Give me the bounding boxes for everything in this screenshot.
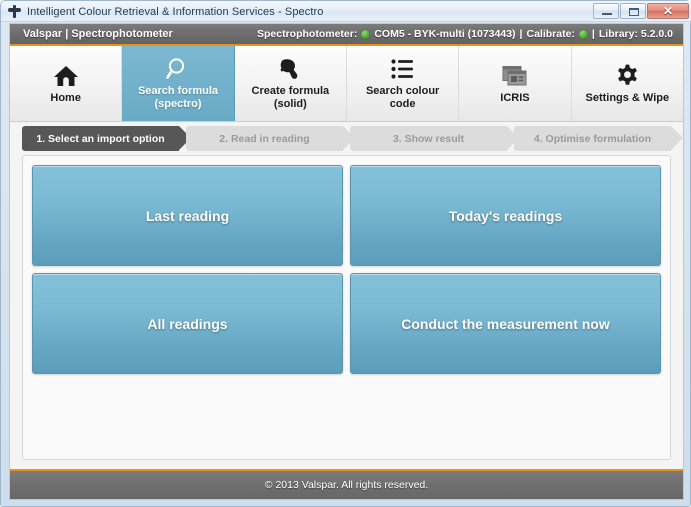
window-controls: ✕ [593, 3, 689, 19]
spectrophotometer-status-led [361, 29, 371, 39]
minimize-button[interactable] [593, 3, 619, 19]
import-option-grid: Last reading Today's readings All readin… [32, 165, 661, 374]
minimize-icon [602, 13, 612, 15]
list-icon [390, 56, 416, 82]
copyright-label: © 2013 Valspar. All rights reserved. [264, 479, 429, 491]
status-separator-1: | [519, 28, 523, 40]
status-separator-2: | [591, 28, 595, 40]
nav-label-icris: ICRIS [500, 91, 530, 104]
tile-conduct-measurement-now[interactable]: Conduct the measurement now [350, 273, 661, 374]
nav-label-home: Home [50, 91, 81, 104]
footer-bar: © 2013 Valspar. All rights reserved. [10, 469, 683, 499]
nav-item-home[interactable]: Home [10, 46, 123, 121]
nav-item-search-colour-code[interactable]: Search colour code [347, 46, 460, 121]
status-bar: Valspar | Spectrophotometer Spectrophoto… [10, 24, 683, 46]
titlebar-left: Intelligent Colour Retrieval & Informati… [8, 1, 324, 22]
gear-icon [614, 63, 640, 89]
nav-item-create-formula-solid[interactable]: Create formula (solid) [235, 46, 347, 121]
content-panel: Last reading Today's readings All readin… [22, 155, 671, 460]
maximize-button[interactable] [620, 3, 646, 19]
window-titlebar: Intelligent Colour Retrieval & Informati… [1, 1, 691, 22]
maximize-icon [629, 8, 639, 16]
app-logo-icon [8, 5, 21, 18]
nav-item-settings-wipe[interactable]: Settings & Wipe [572, 46, 683, 121]
paint-icon [277, 56, 303, 82]
nav-label-settings-wipe: Settings & Wipe [585, 91, 670, 104]
tile-last-reading[interactable]: Last reading [32, 165, 343, 266]
main-navigation: Home Search formula (spectro) Create for… [10, 46, 683, 122]
step-2-read-in-reading[interactable]: 2. Read in reading [186, 126, 355, 151]
close-icon: ✕ [662, 4, 674, 18]
spectrophotometer-label: Spectrophotometer: [256, 28, 358, 40]
window-title: Intelligent Colour Retrieval & Informati… [27, 5, 324, 18]
nav-label-search-formula-spectro: Search formula (spectro) [137, 85, 219, 110]
step-1-select-import-option[interactable]: 1. Select an import option [22, 126, 191, 151]
tile-all-readings[interactable]: All readings [32, 273, 343, 374]
close-button[interactable]: ✕ [647, 3, 689, 19]
nav-label-create-formula-solid: Create formula (solid) [251, 85, 330, 110]
wizard-steps: 1. Select an import option 2. Read in re… [10, 122, 683, 155]
calibrate-label: Calibrate: [526, 28, 575, 40]
os-window: Intelligent Colour Retrieval & Informati… [0, 0, 691, 507]
nav-label-search-colour-code: Search colour code [365, 85, 440, 110]
magnifier-icon [165, 56, 191, 82]
nav-item-icris[interactable]: ICRIS [459, 46, 572, 121]
spectrophotometer-value: COM5 - BYK-multi (1073443) [374, 28, 516, 40]
window-card-icon [502, 63, 528, 89]
calibrate-status-led [578, 29, 588, 39]
step-4-optimise-formulation[interactable]: 4. Optimise formulation [514, 126, 683, 151]
nav-item-search-formula-spectro[interactable]: Search formula (spectro) [122, 46, 235, 121]
brand-label: Valspar | Spectrophotometer [23, 28, 173, 40]
step-3-show-result[interactable]: 3. Show result [350, 126, 519, 151]
tile-todays-readings[interactable]: Today's readings [350, 165, 661, 266]
application-canvas: Valspar | Spectrophotometer Spectrophoto… [9, 23, 684, 500]
status-bar-right: Spectrophotometer: COM5 - BYK-multi (107… [257, 24, 673, 44]
library-version-label: Library: 5.2.0.0 [598, 28, 673, 40]
home-icon [53, 63, 79, 89]
